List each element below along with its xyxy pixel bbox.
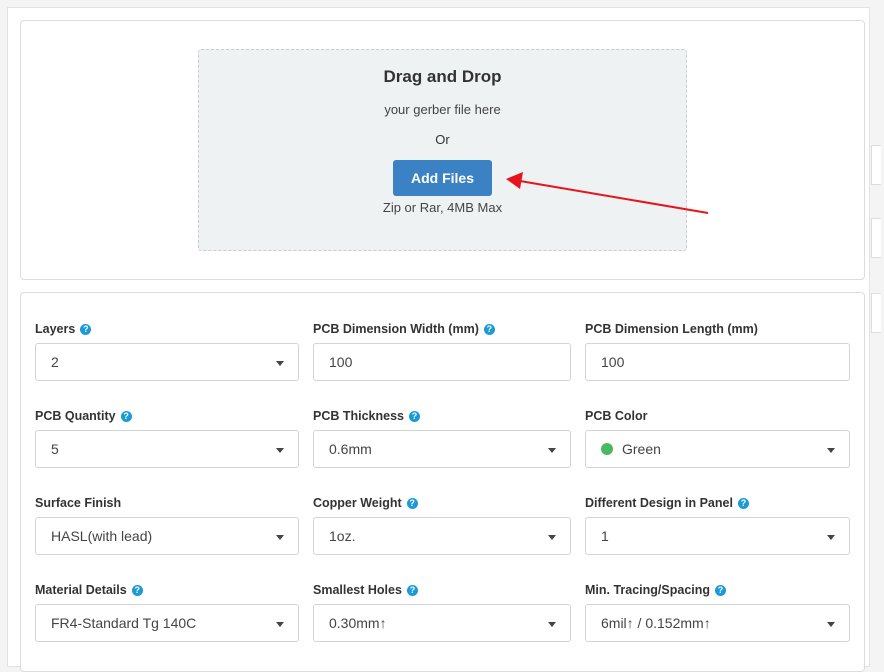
field-label: PCB Dimension Width (mm)? bbox=[313, 321, 571, 337]
field-pcb-color: PCB Color Green bbox=[585, 408, 850, 468]
copper-weight-select[interactable]: 1oz. bbox=[313, 517, 571, 555]
field-value: HASL(with lead) bbox=[51, 528, 153, 544]
surface-finish-select[interactable]: HASL(with lead) bbox=[35, 517, 299, 555]
field-material-details: Material Details? FR4-Standard Tg 140C bbox=[35, 582, 299, 642]
field-label: PCB Color bbox=[585, 408, 850, 424]
pcb-quantity-select[interactable]: 5 bbox=[35, 430, 299, 468]
field-label: PCB Quantity? bbox=[35, 408, 299, 424]
file-limit-note: Zip or Rar, 4MB Max bbox=[382, 200, 503, 215]
material-details-select[interactable]: FR4-Standard Tg 140C bbox=[35, 604, 299, 642]
field-label: Layers? bbox=[35, 321, 299, 337]
gerber-dropzone[interactable]: Drag and Drop your gerber file here Or A… bbox=[198, 49, 687, 251]
field-label-text: PCB Dimension Length (mm) bbox=[585, 322, 758, 336]
field-label: Smallest Holes? bbox=[313, 582, 571, 598]
field-value: 2 bbox=[51, 354, 59, 370]
field-smallest-holes: Smallest Holes? 0.30mm↑ bbox=[313, 582, 571, 642]
smallest-holes-select[interactable]: 0.30mm↑ bbox=[313, 604, 571, 642]
field-value: 0.6mm bbox=[329, 441, 372, 457]
field-pcb-dimension-width-mm: PCB Dimension Width (mm)? 100 bbox=[313, 321, 571, 381]
help-icon[interactable]: ? bbox=[80, 323, 92, 335]
field-value: FR4-Standard Tg 140C bbox=[51, 615, 197, 631]
field-value: Green bbox=[622, 441, 661, 457]
field-label: Material Details? bbox=[35, 582, 299, 598]
help-icon[interactable]: ? bbox=[406, 584, 418, 596]
help-icon[interactable]: ? bbox=[409, 410, 421, 422]
side-panel-edge bbox=[871, 145, 881, 185]
field-pcb-dimension-length-mm: PCB Dimension Length (mm) 100 bbox=[585, 321, 850, 381]
layers-select[interactable]: 2 bbox=[35, 343, 299, 381]
field-pcb-quantity: PCB Quantity? 5 bbox=[35, 408, 299, 468]
field-label: PCB Dimension Length (mm) bbox=[585, 321, 850, 337]
field-value: 1 bbox=[601, 528, 609, 544]
field-label: PCB Thickness? bbox=[313, 408, 571, 424]
help-icon[interactable]: ? bbox=[120, 410, 132, 422]
field-layers: Layers? 2 bbox=[35, 321, 299, 381]
field-label-text: PCB Dimension Width (mm) bbox=[313, 322, 479, 336]
field-value: 0.30mm↑ bbox=[329, 615, 387, 631]
field-copper-weight: Copper Weight? 1oz. bbox=[313, 495, 571, 555]
min-tracing-spacing-select[interactable]: 6mil↑ / 0.152mm↑ bbox=[585, 604, 850, 642]
field-label-text: Material Details bbox=[35, 583, 127, 597]
pcb-dimension-width-mm-input[interactable]: 100 bbox=[313, 343, 571, 381]
field-value: 100 bbox=[329, 354, 353, 370]
field-label: Min. Tracing/Spacing? bbox=[585, 582, 850, 598]
help-icon[interactable]: ? bbox=[406, 497, 418, 509]
field-label: Different Design in Panel? bbox=[585, 495, 850, 511]
help-icon[interactable]: ? bbox=[715, 584, 727, 596]
pcb-dimension-length-mm-input[interactable]: 100 bbox=[585, 343, 850, 381]
field-label-text: Layers bbox=[35, 322, 76, 336]
field-min-tracing-spacing: Min. Tracing/Spacing? 6mil↑ / 0.152mm↑ bbox=[585, 582, 850, 642]
dropzone-or: Or bbox=[435, 132, 450, 147]
help-icon[interactable]: ? bbox=[483, 323, 495, 335]
field-value: 1oz. bbox=[329, 528, 356, 544]
field-label: Copper Weight? bbox=[313, 495, 571, 511]
field-label-text: PCB Thickness bbox=[313, 409, 405, 423]
color-swatch-icon bbox=[601, 443, 613, 455]
help-icon[interactable]: ? bbox=[737, 497, 749, 509]
field-different-design-in-panel: Different Design in Panel? 1 bbox=[585, 495, 850, 555]
field-label-text: PCB Quantity bbox=[35, 409, 116, 423]
field-value: 5 bbox=[51, 441, 59, 457]
help-icon[interactable]: ? bbox=[131, 584, 143, 596]
add-files-button[interactable]: Add Files bbox=[393, 160, 492, 196]
side-panel-edge bbox=[871, 218, 881, 258]
dropzone-title: Drag and Drop bbox=[383, 67, 502, 86]
field-label-text: Min. Tracing/Spacing bbox=[585, 583, 711, 597]
field-value: 100 bbox=[601, 354, 625, 370]
field-pcb-thickness: PCB Thickness? 0.6mm bbox=[313, 408, 571, 468]
field-value: 6mil↑ / 0.152mm↑ bbox=[601, 615, 711, 631]
field-label: Surface Finish bbox=[35, 495, 299, 511]
pcb-thickness-select[interactable]: 0.6mm bbox=[313, 430, 571, 468]
pcb-color-select[interactable]: Green bbox=[585, 430, 850, 468]
field-label-text: Smallest Holes bbox=[313, 583, 402, 597]
dropzone-subtitle: your gerber file here bbox=[384, 102, 501, 117]
side-panel-edge bbox=[871, 293, 881, 333]
field-label-text: Copper Weight bbox=[313, 496, 402, 510]
field-surface-finish: Surface Finish HASL(with lead) bbox=[35, 495, 299, 555]
field-label-text: Surface Finish bbox=[35, 496, 122, 510]
field-label-text: Different Design in Panel bbox=[585, 496, 733, 510]
field-label-text: PCB Color bbox=[585, 409, 648, 423]
different-design-in-panel-select[interactable]: 1 bbox=[585, 517, 850, 555]
